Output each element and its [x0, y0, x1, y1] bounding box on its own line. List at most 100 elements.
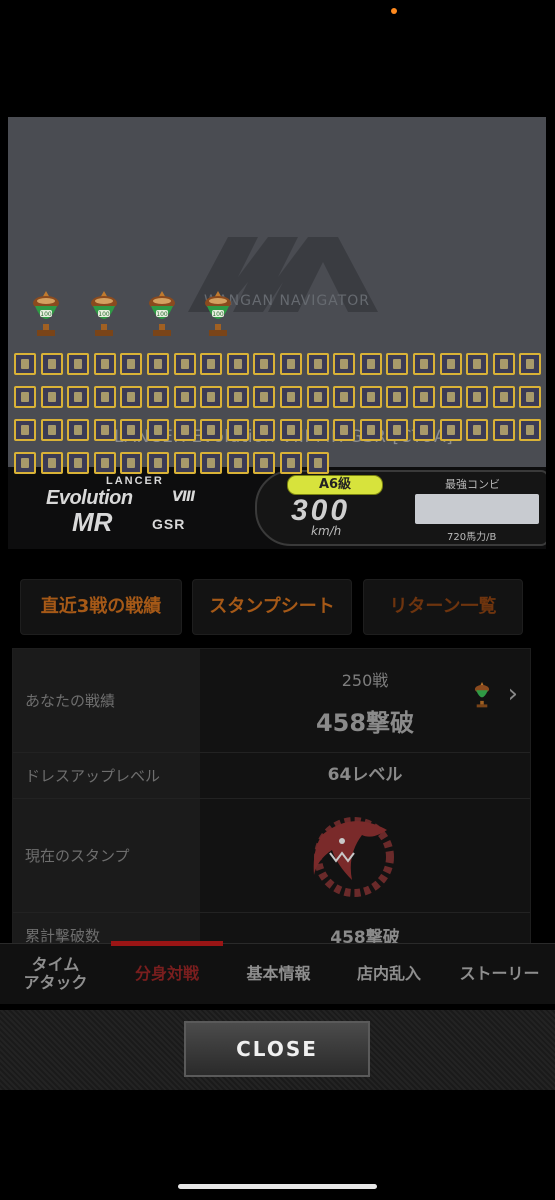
brand-grade: GSR	[152, 516, 186, 532]
best-combi-sub: 720馬力/B	[447, 532, 497, 543]
stamp-icon	[14, 452, 36, 474]
stamp-icon	[306, 353, 329, 375]
close-button[interactable]: CLOSE	[184, 1021, 370, 1077]
stamp-icon	[14, 386, 36, 408]
best-combi-box	[415, 494, 539, 524]
stamp-icon	[386, 386, 409, 408]
stamp-icon	[200, 452, 223, 474]
stamp-icon	[306, 386, 329, 408]
stamp-icon	[306, 452, 329, 474]
car-card: WANGAN NAVIGATOR LANCER Evolution VIII M…	[8, 117, 546, 549]
stamp-icon	[40, 452, 63, 474]
best-combi-label: 最強コンビ	[445, 478, 500, 491]
stats-row-record[interactable]: あなたの戦績 250戦 458撃破 ›	[13, 649, 530, 753]
class-badge: A6級	[287, 475, 383, 495]
stamp-icon	[439, 386, 462, 408]
stamp-icon	[40, 419, 63, 441]
stamp-icon	[386, 353, 409, 375]
dressup-value: 64レベル	[200, 753, 530, 798]
svg-text:100: 100	[212, 311, 224, 318]
stamp-icon	[466, 419, 489, 441]
stamp-icon	[173, 386, 196, 408]
stamp-icon	[226, 386, 249, 408]
stamp-icon	[280, 386, 302, 408]
tab-return-list[interactable]: リターン一覧	[363, 579, 523, 635]
stamp-icon	[40, 353, 63, 375]
stamp-icon	[413, 353, 435, 375]
stamp-icon	[173, 419, 196, 441]
stamp-icon	[200, 353, 223, 375]
stamp-icon	[253, 386, 276, 408]
stamp-icon	[67, 386, 90, 408]
stamp-icon	[67, 353, 90, 375]
stamp-icon	[439, 419, 462, 441]
stamp-icon	[147, 386, 169, 408]
stamp-icon	[519, 353, 542, 375]
total-defeats-value: 458撃破	[200, 913, 530, 943]
stamp-icon	[333, 386, 356, 408]
home-indicator[interactable]	[178, 1184, 377, 1189]
brand-model: MR	[72, 507, 113, 537]
speed-gauge: A6級 300 km/h 最強コンビ 720馬力/B	[255, 470, 546, 546]
stamp-icon	[14, 419, 36, 441]
stats-label: 累計撃破数	[13, 913, 211, 943]
stamp-icon	[120, 353, 143, 375]
stats-row-stamp: 現在のスタンプ	[13, 799, 530, 913]
stamp-icon	[93, 353, 116, 375]
stamp-icon	[67, 419, 90, 441]
stamp-icon	[226, 419, 249, 441]
stamp-icon	[519, 386, 542, 408]
stamp-icon	[226, 353, 249, 375]
svg-text:100: 100	[156, 311, 168, 318]
nav-basic-info[interactable]: 基本情報	[223, 944, 334, 1004]
tab-recent-battles[interactable]: 直近3戦の戦績	[20, 579, 182, 635]
stamp-icon	[280, 353, 302, 375]
stats-row-total: 累計撃破数 458撃破	[13, 913, 530, 943]
trophy-icon	[474, 682, 490, 708]
nav-bunshin-battle[interactable]: 分身対戦	[111, 944, 223, 1004]
stamp-icon	[93, 419, 116, 441]
trophy-icon: 100	[149, 291, 175, 336]
stamp-icon	[67, 452, 90, 474]
stamp-icon	[120, 452, 143, 474]
stamp-icon	[519, 419, 542, 441]
stamp-icon	[492, 353, 515, 375]
stamp-icon	[253, 419, 276, 441]
trophy-icon: 100	[205, 291, 231, 336]
stamp-icon	[333, 419, 356, 441]
stamp-icon	[14, 353, 36, 375]
stamp-icon	[120, 419, 143, 441]
stamp-icon	[306, 419, 329, 441]
stamp-icon	[147, 353, 169, 375]
tab-stamp-sheet[interactable]: スタンプシート	[192, 579, 352, 635]
bottom-nav: タイム アタック 分身対戦 基本情報 店内乱入 ストーリー	[0, 941, 555, 1004]
stats-row-dressup: ドレスアップレベル 64レベル	[13, 753, 530, 799]
stamp-icon	[173, 353, 196, 375]
speed-unit: km/h	[311, 524, 342, 538]
stamp-icon	[147, 452, 169, 474]
stamp-icon	[359, 386, 382, 408]
stamp-icon	[253, 452, 276, 474]
stamp-icon	[413, 419, 435, 441]
lancer-evolution-logo: LANCER Evolution VIII MR GSR	[38, 475, 248, 545]
brand-suffix: VIII	[172, 489, 195, 505]
nav-time-attack[interactable]: タイム アタック	[0, 944, 111, 1004]
status-indicator-dot	[391, 8, 397, 14]
nav-store-intrusion[interactable]: 店内乱入	[334, 944, 444, 1004]
stamp-icon	[40, 386, 63, 408]
stamp-icon	[359, 353, 382, 375]
stamp-icon	[93, 386, 116, 408]
stamp-icon	[439, 353, 462, 375]
nav-story[interactable]: ストーリー	[444, 944, 555, 1004]
speed-value: 300	[291, 494, 351, 527]
stats-label: 現在のスタンプ	[13, 799, 211, 912]
stamp-icon	[359, 419, 382, 441]
stamp-icon	[466, 386, 489, 408]
stats-table: あなたの戦績 250戦 458撃破 › ドレスアップレベル 64レベル 現在のス…	[12, 648, 531, 944]
trophy-icon: 100	[33, 291, 59, 336]
stamp-icon	[120, 386, 143, 408]
stamp-icon	[492, 419, 515, 441]
stats-label: ドレスアップレベル	[13, 753, 211, 798]
chevron-right-icon[interactable]: ›	[508, 679, 518, 709]
stamp-icon	[280, 452, 302, 474]
